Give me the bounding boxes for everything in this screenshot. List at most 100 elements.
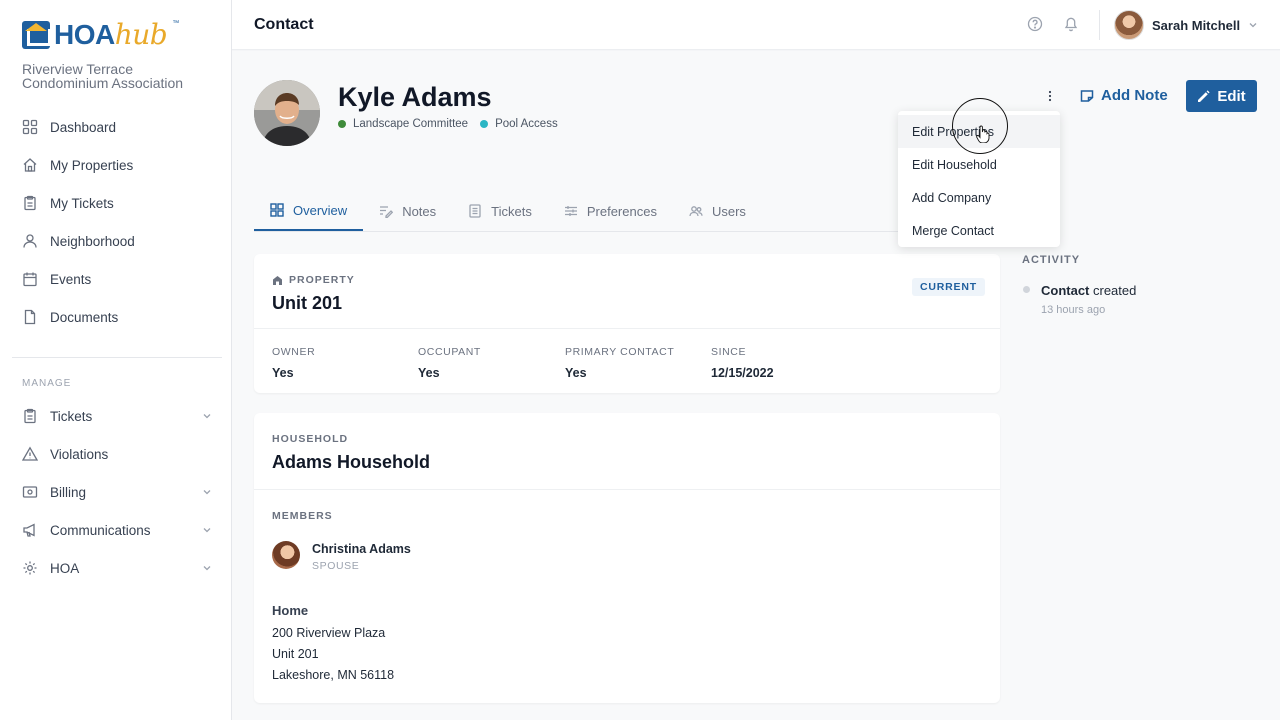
field-label: SINCE (711, 346, 747, 358)
field-value: Yes (418, 366, 440, 380)
sidebar-item-label: Neighborhood (50, 233, 135, 249)
tab-overview[interactable]: Overview (254, 191, 364, 231)
field-label: PRIMARY CONTACT (565, 346, 675, 358)
chevron-down-icon (203, 490, 211, 495)
contact-name: Kyle Adams (338, 82, 492, 112)
main-nav: Dashboard My Properties My Tickets Neigh… (12, 108, 222, 336)
tab-label: Tickets (491, 203, 532, 219)
tab-preferences[interactable]: Preferences (548, 191, 673, 231)
hoahub-logo[interactable]: HOA hub ™ (22, 18, 179, 51)
association-name: Riverview Terrace Condominium Associatio… (22, 61, 184, 91)
sidebar-item-label: Communications (50, 522, 151, 538)
pencil-icon (1198, 89, 1210, 102)
household-card: HOUSEHOLD Adams Household MEMBERS Christ… (254, 413, 1000, 703)
sliders-icon (564, 206, 577, 216)
building-icon (273, 275, 282, 285)
contact-tags: Landscape Committee Pool Access (338, 118, 570, 130)
tab-notes[interactable]: Notes (363, 191, 452, 231)
tag-color-dot (338, 120, 346, 128)
sidebar-item-label: Events (50, 271, 92, 287)
billing-icon (22, 484, 38, 500)
menu-item-edit-properties[interactable]: Edit Properties (898, 115, 1060, 148)
tab-label: Preferences (586, 203, 657, 219)
menu-item-edit-household[interactable]: Edit Household (898, 148, 1060, 181)
user-avatar[interactable] (1114, 10, 1144, 40)
main-content: Kyle Adams Landscape Committee Pool Acce… (232, 51, 1280, 720)
field-label: OWNER (272, 346, 316, 358)
calendar-icon (22, 271, 38, 287)
member-name[interactable]: Christina Adams (312, 542, 411, 556)
sidebar-item-hoa[interactable]: HOA (12, 549, 222, 587)
document-icon (22, 309, 38, 325)
tab-users[interactable]: Users (673, 191, 762, 231)
household-section-label: HOUSEHOLD (272, 433, 349, 445)
card-divider (254, 328, 1000, 329)
sidebar-item-label: HOA (50, 560, 80, 576)
chevron-down-icon (203, 528, 211, 533)
member-avatar[interactable] (272, 541, 300, 569)
tag-label: Pool Access (495, 118, 558, 130)
logo-hoa-text: HOA (54, 18, 115, 50)
more-options-icon[interactable] (1045, 89, 1055, 103)
sidebar-item-label: Billing (50, 484, 87, 500)
card-divider (254, 489, 1000, 490)
sidebar-item-dashboard[interactable]: Dashboard (12, 108, 222, 146)
tag-landscape-committee[interactable]: Landscape Committee (338, 118, 468, 130)
tab-label: Users (711, 203, 746, 219)
tab-tickets[interactable]: Tickets (452, 191, 548, 231)
sidebar-item-label: My Tickets (50, 195, 114, 211)
address-line: 200 Riverview Plaza (272, 626, 386, 640)
user-name[interactable]: Sarah Mitchell (1152, 18, 1240, 33)
field-value: 12/15/2022 (711, 366, 774, 380)
sidebar-item-communications[interactable]: Communications (12, 511, 222, 549)
tag-pool-access[interactable]: Pool Access (480, 118, 558, 130)
gear-icon (22, 560, 38, 576)
sidebar-item-events[interactable]: Events (12, 260, 222, 298)
dashboard-icon (22, 119, 38, 135)
household-title[interactable]: Adams Household (272, 452, 430, 473)
sidebar-item-tickets[interactable]: Tickets (12, 397, 222, 435)
sidebar-item-my-properties[interactable]: My Properties (12, 146, 222, 184)
bell-icon[interactable] (1063, 15, 1079, 32)
field-value: Yes (565, 366, 587, 380)
sidebar-item-my-tickets[interactable]: My Tickets (12, 184, 222, 222)
house-logo-icon (22, 20, 51, 49)
notes-icon (380, 206, 394, 218)
topbar-divider (1099, 10, 1100, 40)
members-label: MEMBERS (272, 510, 333, 522)
menu-item-add-company[interactable]: Add Company (898, 181, 1060, 214)
edit-button[interactable]: Edit (1186, 80, 1257, 112)
sidebar-item-violations[interactable]: Violations (12, 435, 222, 473)
field-value: Yes (272, 366, 294, 380)
property-title[interactable]: Unit 201 (272, 293, 342, 314)
tag-color-dot (480, 120, 489, 128)
edit-label: Edit (1217, 87, 1246, 105)
chevron-down-icon[interactable] (1248, 20, 1258, 30)
member-role: SPOUSE (312, 560, 360, 572)
sidebar-item-neighborhood[interactable]: Neighborhood (12, 222, 222, 260)
contact-avatar (254, 80, 320, 146)
activity-timestamp: 13 hours ago (1041, 304, 1106, 316)
sidebar-item-documents[interactable]: Documents (12, 298, 222, 336)
field-owner: OWNER Yes (272, 346, 315, 380)
contact-photo-icon (254, 80, 320, 146)
sidebar-item-label: Dashboard (50, 119, 117, 135)
page-title: Contact (254, 16, 314, 33)
list-icon (469, 204, 481, 218)
menu-item-merge-contact[interactable]: Merge Contact (898, 214, 1060, 247)
property-card: PROPERTY Unit 201 CURRENT OWNER Yes OCCU… (254, 254, 1000, 393)
field-since: SINCE 12/15/2022 (711, 346, 774, 380)
contact-tabs: Overview Notes Tickets Preferences Users (254, 191, 1000, 232)
clipboard-icon (22, 408, 38, 424)
add-note-label: Add Note (1101, 87, 1168, 104)
note-icon (1080, 89, 1094, 102)
tab-label: Overview (293, 202, 348, 218)
add-note-button[interactable]: Add Note (1080, 87, 1168, 104)
activity-title: ACTIVITY (1022, 254, 1081, 266)
field-occupant: OCCUPANT Yes (418, 346, 481, 380)
logo-hub-text: hub (114, 18, 168, 51)
sidebar-item-billing[interactable]: Billing (12, 473, 222, 511)
property-label-text: PROPERTY (289, 274, 355, 286)
address-label: Home (272, 603, 309, 618)
help-icon[interactable] (1027, 16, 1043, 32)
